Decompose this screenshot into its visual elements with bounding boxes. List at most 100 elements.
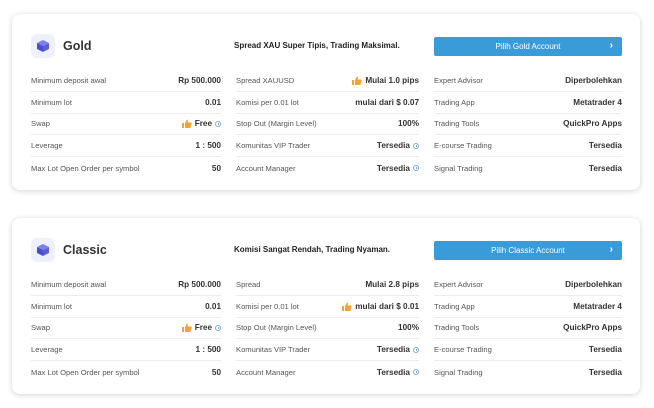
spec-value: Tersedia (588, 367, 622, 377)
spec-row: Leverage 1 : 500 (31, 339, 222, 362)
spec-row: E-course Trading Tersedia (434, 135, 622, 158)
spec-value: 1 : 500 (195, 345, 222, 355)
spec-row: Spread Mulai 2.8 pips (236, 274, 419, 296)
account-tier-icon (31, 238, 55, 262)
card-tagline: Spread XAU Super Tipis, Trading Maksimal… (234, 41, 400, 50)
spec-value: Tersedia (376, 367, 410, 377)
spec-label: Komisi per 0.01 lot (236, 301, 299, 311)
spec-value: mulai dari $ 0.07 (355, 97, 419, 107)
spec-value: 50 (211, 163, 221, 173)
spec-row: Komunitas VIP Trader Tersedia (236, 339, 419, 362)
spec-value: Metatrader 4 (573, 301, 622, 311)
spec-label: Trading App (434, 97, 475, 107)
spec-value: 50 (211, 367, 221, 377)
spec-row: Signal Trading Tersedia (434, 157, 622, 179)
spec-value: 0.01 (205, 97, 221, 107)
spec-grid: Minimum deposit awal Rp 500.000 Minimum l… (31, 274, 622, 383)
spec-value: Mulai 1.0 pips (365, 75, 419, 85)
spec-value: QuickPro Apps (563, 119, 622, 129)
choose-gold-account-button[interactable]: Pilih Gold Account › (434, 37, 622, 56)
spec-column-3: Expert Advisor Diperbolehkan Trading App M… (434, 274, 622, 383)
spec-row: Trading Tools QuickPro Apps (434, 318, 622, 340)
thumbs-up-icon (352, 76, 363, 85)
spec-value: Tersedia (588, 141, 622, 151)
spec-column-1: Minimum deposit awal Rp 500.000 Minimum l… (31, 274, 221, 383)
spec-value: QuickPro Apps (563, 323, 622, 333)
cta-label: Pilih Classic Account (491, 246, 565, 255)
spec-value: Tersedia (376, 345, 410, 355)
spec-label: Account Manager (236, 163, 296, 173)
spec-label: Swap (31, 119, 50, 129)
spec-value: Tersedia (588, 163, 622, 173)
info-icon[interactable] (413, 142, 419, 149)
info-icon[interactable] (413, 165, 419, 172)
spec-row: Komisi per 0.01 lot mulai dari $ 0.07 (236, 92, 419, 114)
spec-label: Stop Out (Margin Level) (236, 323, 317, 333)
spec-row: Signal Trading Tersedia (434, 361, 622, 383)
spec-row: Trading App Metatrader 4 (434, 92, 622, 114)
spec-row: Max Lot Open Order per symbol 50 (31, 157, 221, 179)
spec-label: Trading Tools (434, 323, 480, 333)
thumbs-up-icon (181, 323, 192, 333)
account-tier-icon (31, 34, 55, 58)
chevron-right-icon: › (609, 244, 613, 255)
spec-label: Minimum deposit awal (31, 75, 107, 85)
spec-value: Tersedia (588, 345, 622, 355)
spec-row: Komisi per 0.01 lot mulai dari $ 0.01 (236, 296, 419, 318)
spec-label: Komunitas VIP Trader (236, 345, 311, 355)
spec-label: Leverage (31, 345, 63, 355)
spec-row: Stop Out (Margin Level) 100% (236, 318, 419, 340)
spec-value: 100% (398, 119, 419, 129)
spec-value-group: Tersedia (377, 141, 419, 150)
spec-label: Spread XAUUSD (236, 75, 295, 85)
spec-value-group: Tersedia (377, 345, 419, 354)
spec-label: Komisi per 0.01 lot (236, 97, 299, 107)
spec-column-3: Expert Advisor Diperbolehkan Trading App M… (434, 70, 622, 179)
spec-row: Minimum lot 0.01 (31, 92, 221, 114)
spec-value-group: Free (181, 119, 221, 129)
spec-value: Metatrader 4 (573, 97, 622, 107)
spec-value: Mulai 2.8 pips (365, 279, 419, 289)
card-tagline: Komisi Sangat Rendah, Trading Nyaman. (234, 245, 391, 254)
spec-label: Stop Out (Margin Level) (236, 119, 317, 129)
spec-row: Minimum lot 0.01 (31, 296, 221, 318)
spec-value: Rp 500.000 (178, 279, 221, 289)
spec-value: Diperbolehkan (565, 279, 622, 289)
spec-label: Expert Advisor (434, 75, 483, 85)
spec-column-1: Minimum deposit awal Rp 500.000 Minimum l… (31, 70, 221, 179)
info-icon[interactable] (413, 369, 419, 376)
spec-row: Max Lot Open Order per symbol 50 (31, 361, 221, 383)
spec-label: Minimum lot (31, 301, 72, 311)
thumbs-up-icon (342, 302, 352, 311)
spec-row: Expert Advisor Diperbolehkan (434, 274, 622, 296)
choose-classic-account-button[interactable]: Pilih Classic Account › (434, 241, 622, 260)
spec-row: Leverage 1 : 500 (31, 135, 221, 158)
spec-row: Trading Tools QuickPro Apps (434, 114, 622, 136)
info-icon[interactable] (215, 120, 221, 127)
spec-label: Leverage (31, 141, 63, 151)
info-icon[interactable] (413, 346, 419, 353)
spec-value-group: mulai dari $ 0.01 (342, 302, 419, 311)
spec-label: E-course Trading (434, 141, 492, 151)
cta-label: Pilih Gold Account (495, 42, 561, 51)
spec-row: Account Manager Tersedia (236, 361, 419, 383)
spec-row: Swap Free (31, 318, 221, 340)
classic-account-card: Classic Komisi Sangat Rendah, Trading Ny… (12, 218, 640, 394)
spec-label: Account Manager (236, 367, 296, 377)
spec-value: Rp 500.000 (178, 75, 221, 85)
card-title: Gold (63, 39, 92, 53)
spec-value-group: Tersedia (377, 368, 419, 377)
card-title: Classic (63, 243, 107, 257)
spec-row: Swap Free (31, 114, 221, 136)
spec-value: mulai dari $ 0.01 (355, 301, 419, 311)
spec-value: Tersedia (376, 141, 410, 151)
spec-label: Trading Tools (434, 119, 480, 129)
spec-column-2: Spread XAUUSD Mulai 1.0 pips Komisi per 0… (236, 70, 419, 179)
info-icon[interactable] (215, 324, 221, 331)
gold-account-card: Gold Spread XAU Super Tipis, Trading Mak… (12, 14, 640, 190)
spec-label: Signal Trading (434, 367, 483, 377)
spec-row: Trading App Metatrader 4 (434, 296, 622, 318)
spec-label: Trading App (434, 301, 475, 311)
spec-label: Max Lot Open Order per symbol (31, 163, 140, 173)
spec-label: Expert Advisor (434, 279, 483, 289)
